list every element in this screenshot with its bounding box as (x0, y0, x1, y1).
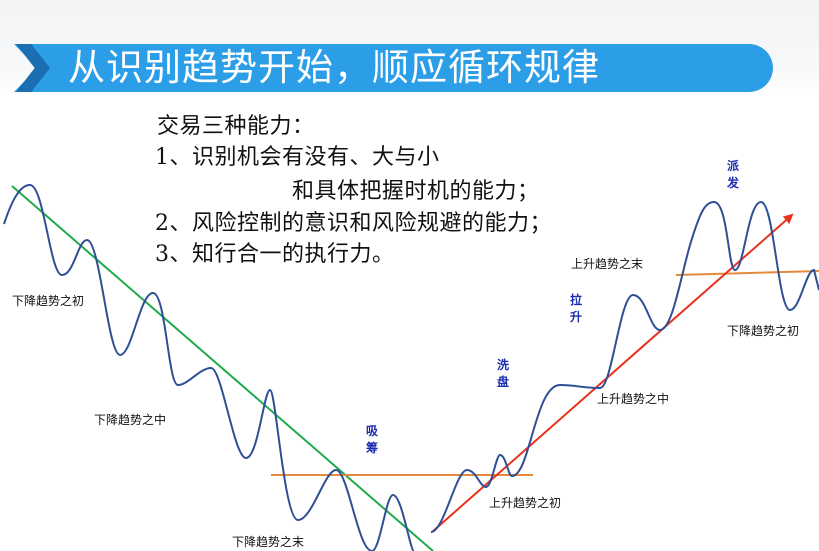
label-accumulation-char-2: 筹 (366, 441, 379, 455)
label-shakeout: 洗 盘 (497, 357, 509, 391)
label-up-end: 上升趋势之末 (571, 257, 644, 271)
label-up-middle: 上升趋势之中 (597, 392, 670, 406)
distribution-range-line (675, 270, 819, 276)
text-heading: 交易三种能力： (157, 114, 315, 139)
price-wave (3, 183, 819, 551)
label-distribution: 派 发 (727, 158, 739, 192)
label-down-start-right: 下降趋势之初 (727, 324, 800, 338)
label-accumulation-char-1: 吸 (366, 424, 379, 438)
text-item-1-cont: 和具体把握时机的能力； (292, 179, 540, 204)
label-down-start: 下降趋势之初 (12, 294, 85, 308)
label-up-start: 上升趋势之初 (489, 496, 562, 510)
label-shakeout-char-2: 盘 (497, 375, 510, 389)
trend-cycle-diagram (3, 183, 819, 551)
label-markup-char-1: 拉 (570, 293, 583, 307)
label-shakeout-char-1: 洗 (497, 358, 510, 372)
label-down-middle: 下降趋势之中 (94, 413, 167, 427)
text-item-3: 3、知行合一的执行力。 (155, 242, 395, 267)
label-down-end: 下降趋势之末 (232, 535, 305, 549)
label-distribution-char-1: 派 (727, 159, 740, 173)
label-markup: 拉 升 (570, 292, 582, 326)
text-item-2: 2、风险控制的意识和风险规避的能力； (155, 211, 552, 236)
label-distribution-char-2: 发 (727, 176, 740, 190)
label-markup-char-2: 升 (570, 310, 583, 324)
text-item-1: 1、识别机会有没有、大与小 (155, 145, 440, 170)
label-accumulation: 吸 筹 (366, 423, 378, 457)
